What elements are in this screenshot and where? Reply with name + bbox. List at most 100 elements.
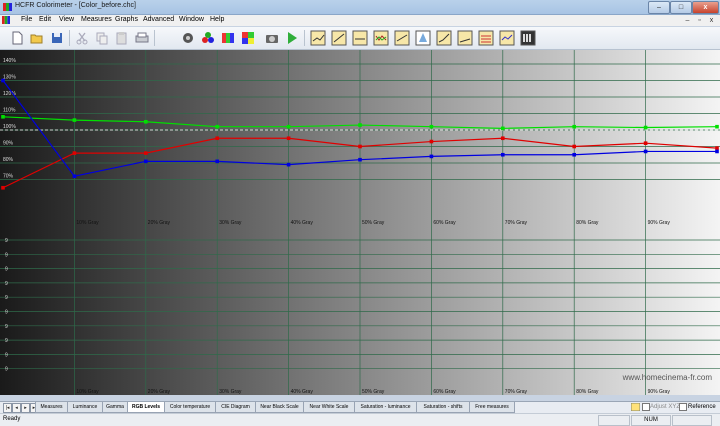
tab-free-measures[interactable]: Free measures [469,402,515,413]
adjust-xyz-checkbox[interactable] [642,403,650,411]
tab-near-white-scale[interactable]: Near White Scale [303,402,355,413]
x-category-label-bottom: 70% Gray [505,389,528,395]
view-mode-3-icon[interactable] [352,30,368,46]
data-point [429,154,434,159]
data-point [215,159,219,164]
x-category-label: 10% Gray [76,220,99,226]
view-tabs: |◂ ◂ ▸ ▸| Measures Luminance Gamma RGB L… [0,401,720,413]
x-category-label-bottom: 20% Gray [148,389,171,395]
lower-y-tick-label: 9 [5,238,8,244]
lower-y-tick-label: 9 [5,324,8,330]
view-mode-9-icon[interactable] [478,30,494,46]
tab-measures[interactable]: Measures [35,402,68,413]
menu-help[interactable]: Help [210,16,224,23]
tab-cie-diagram[interactable]: CIE Diagram [215,402,256,413]
data-point [643,125,648,130]
minimize-button[interactable]: – [648,1,670,14]
view-mode-5-icon[interactable] [394,30,410,46]
lower-y-tick-label: 9 [5,310,8,316]
tab-luminance[interactable]: Luminance [67,402,103,413]
mdi-minimize-button[interactable]: – [683,16,692,25]
menu-window[interactable]: Window [179,16,204,23]
menu-edit[interactable]: Edit [39,16,51,23]
first-tab-button[interactable]: |◂ [3,403,12,413]
status-bar: Ready NUM [0,413,720,426]
rgb-levels-chart[interactable]: 140% 130% 120% 110% 100% 90% 80% 70% 9 9 9 9 9 9 9 9 9 9 1… [0,50,720,395]
y-tick-label: 90% [3,141,14,147]
run-measure-icon[interactable] [284,30,300,46]
menu-graphs[interactable]: Graphs [115,16,138,23]
data-point [144,119,148,124]
close-button[interactable]: x [692,1,719,14]
view-mode-6-icon[interactable] [415,30,431,46]
adjust-xyz-label: Adjust XYZ [650,404,681,410]
tab-near-black-scale[interactable]: Near Black Scale [255,402,304,413]
cut-icon[interactable] [74,30,90,46]
data-point [144,159,148,164]
maximize-button[interactable]: □ [670,1,692,14]
rgb-spheres-icon[interactable] [200,30,216,46]
document-icon[interactable] [2,16,10,24]
y-tick-label: 140% [3,58,16,64]
chart-svg: 140%130%120%110%100%90%80%70%99999999991… [0,50,720,395]
y-tick-label: 130% [3,75,16,81]
color-pattern-icon[interactable] [220,30,236,46]
x-category-label-bottom: 30% Gray [219,389,242,395]
tab-gamma[interactable]: Gamma [102,402,128,413]
menu-measures[interactable]: Measures [81,16,112,23]
x-category-label: 90% Gray [648,220,671,226]
y-tick-label: 110% [3,108,16,114]
data-point [572,124,576,129]
view-mode-2-icon[interactable] [331,30,347,46]
menu-view[interactable]: View [59,16,74,23]
tab-saturation-shifts[interactable]: Saturation - shifts [416,402,470,413]
sensor-icon[interactable] [180,30,196,46]
data-point [643,149,648,154]
y-tick-label: 100% [3,124,16,130]
view-mode-4-icon[interactable] [373,30,389,46]
data-point [572,144,576,149]
data-point [286,136,291,141]
y-tick-label: 80% [3,157,14,163]
data-point [501,126,505,131]
x-category-label: 60% Gray [433,220,456,226]
reference-label: Reference [688,404,716,410]
lower-y-tick-label: 9 [5,267,8,273]
copy-icon[interactable] [94,30,110,46]
mdi-restore-button[interactable]: ▫ [695,16,704,25]
view-mode-11-icon[interactable] [520,30,536,46]
tab-saturation-luminance[interactable]: Saturation - luminance [354,402,417,413]
lower-y-tick-label: 9 [5,352,8,358]
menu-file[interactable]: File [21,16,32,23]
data-point [1,115,5,119]
new-document-icon[interactable] [9,30,25,46]
camera-icon[interactable] [264,30,280,46]
open-folder-icon[interactable] [29,30,45,46]
save-icon[interactable] [49,30,65,46]
data-point [286,124,291,129]
data-point [72,174,77,178]
data-point [501,152,505,157]
view-mode-10-icon[interactable] [499,30,515,46]
paste-icon[interactable] [114,30,130,46]
view-mode-1-icon[interactable] [310,30,326,46]
x-category-label-bottom: 90% Gray [648,389,671,395]
tab-color-temperature[interactable]: Color temperature [164,402,216,413]
prev-tab-button[interactable]: ◂ [12,403,21,413]
lower-y-tick-label: 9 [5,295,8,301]
tab-rgb-levels[interactable]: RGB Levels [127,402,165,413]
reference-checkbox[interactable] [679,403,687,411]
lower-y-tick-label: 9 [5,338,8,344]
window-title: HCFR Colorimeter - [Color_before.chc] [15,2,136,9]
view-mode-8-icon[interactable] [457,30,473,46]
data-point [286,162,291,167]
print-icon[interactable] [134,30,150,46]
view-mode-7-icon[interactable] [436,30,452,46]
color-cube-icon[interactable] [240,30,256,46]
mdi-close-button[interactable]: x [707,16,716,25]
menu-advanced[interactable]: Advanced [143,16,174,23]
title-bar[interactable]: HCFR Colorimeter - [Color_before.chc] – … [0,0,720,15]
next-tab-button[interactable]: ▸ [21,403,30,413]
data-point [72,151,77,155]
app-icon [3,3,12,11]
